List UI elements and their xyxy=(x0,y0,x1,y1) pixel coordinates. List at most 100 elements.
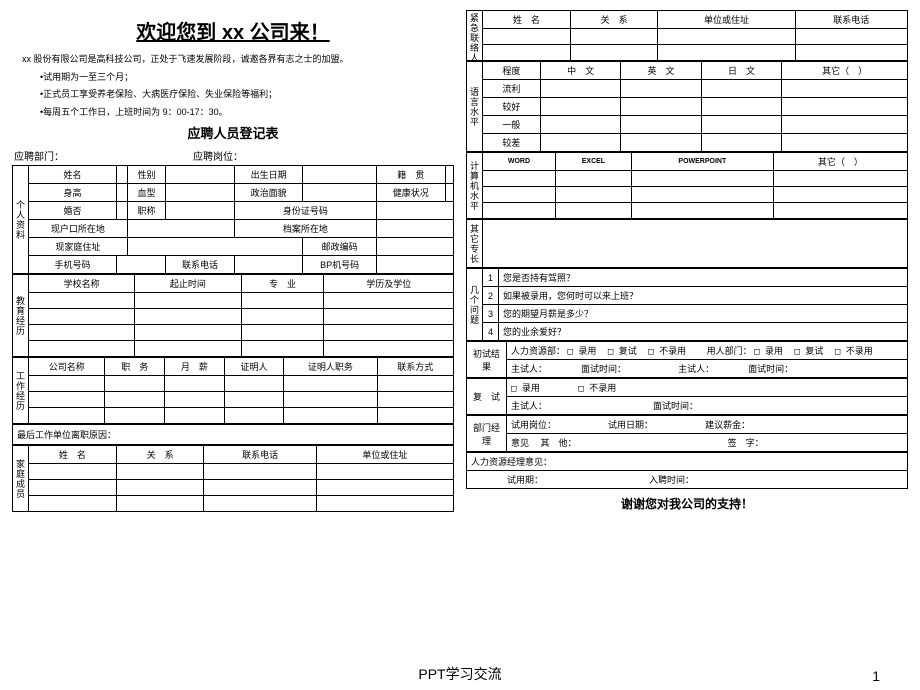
fam-phone-label: 联系电话 xyxy=(204,446,316,464)
lv4-label: 较差 xyxy=(483,134,541,152)
comp-other-label: 其它（ ） xyxy=(773,153,907,171)
leave-reason-table: 最后工作单位离职原因： xyxy=(12,424,454,445)
lv1-label: 流利 xyxy=(483,80,541,98)
hr-mgr-table: 人力资源经理意见： 试用期： 入聘时间： xyxy=(466,452,908,489)
idno-label: 身份证号码 xyxy=(234,202,376,220)
cn-label: 中 文 xyxy=(540,62,620,80)
main-title: 欢迎您到 xx 公司来！ xyxy=(12,16,454,45)
personal-label: 个人资料 xyxy=(13,166,29,274)
en-label: 英 文 xyxy=(621,62,701,80)
examiner-line-2: 主试人： 面试时间： xyxy=(507,397,908,415)
e-name-label: 姓 名 xyxy=(483,11,571,29)
retest-opts: □ 录用 □ 不录用 xyxy=(507,379,908,397)
lv2-label: 较好 xyxy=(483,98,541,116)
q1-num: 1 xyxy=(483,269,499,287)
fam-rel-label: 关 系 xyxy=(116,446,204,464)
e-phone-label: 联系电话 xyxy=(795,11,907,29)
refcontact-label: 联系方式 xyxy=(377,358,453,376)
q2-num: 2 xyxy=(483,287,499,305)
intro-line: xx 股份有限公司是高科技公司，正处于飞速发展阶段，诚邀各界有志之士的加盟。 xyxy=(22,53,454,67)
fam-name-label: 姓 名 xyxy=(29,446,117,464)
politics-label: 政治面貌 xyxy=(234,184,303,202)
degree-label: 学历及学位 xyxy=(324,275,454,293)
refjob-label: 证明人职务 xyxy=(284,358,377,376)
jp-label: 日 文 xyxy=(701,62,781,80)
word-label: WORD xyxy=(483,153,556,171)
lang-label: 语言水平 xyxy=(467,62,483,152)
addr-label: 现家庭住址 xyxy=(29,238,128,256)
q4-num: 4 xyxy=(483,323,499,341)
mobile-label: 手机号码 xyxy=(29,256,117,274)
init-result-table: 初试结果 人力资源部： □ 录用 □ 复试 □ 不录用 用人部门： □ 录用 □… xyxy=(466,341,908,378)
final-line: 试用期： 入聘时间： xyxy=(467,471,908,489)
hr-mgr-op-label: 人力资源经理意见： xyxy=(467,453,908,471)
phone-label: 联系电话 xyxy=(166,256,235,274)
birth-label: 出生日期 xyxy=(234,166,303,184)
gender-label: 性别 xyxy=(127,166,165,184)
hukou-label: 现户口所在地 xyxy=(29,220,128,238)
bp-label: BP机号码 xyxy=(303,256,377,274)
q1-text: 您是否持有驾照？ xyxy=(499,269,908,287)
salary-label: 月 薪 xyxy=(165,358,225,376)
retest-table: 复 试 □ 录用 □ 不录用 主试人： 面试时间： xyxy=(466,378,908,415)
work-label: 工作经历 xyxy=(13,358,29,424)
health-label: 健康状况 xyxy=(376,184,445,202)
family-label: 家庭成员 xyxy=(13,446,29,512)
q4-text: 您的业余爱好？ xyxy=(499,323,908,341)
skill-table: 其它专长 xyxy=(466,219,908,268)
q-label: 几个问题 xyxy=(467,269,483,341)
major-label: 专 业 xyxy=(241,275,324,293)
excel-label: EXCEL xyxy=(555,153,631,171)
dept-mgr-label: 部门经理 xyxy=(467,416,507,452)
hr-dept-line: 人力资源部： □ 录用 □ 复试 □ 不录用 用人部门： □ 录用 □ 复试 □… xyxy=(507,342,908,360)
page-number: 1 xyxy=(872,668,880,684)
computer-table: 计算机水平 WORD EXCEL POWERPOINT 其它（ ） xyxy=(466,152,908,219)
work-table: 工作经历 公司名称 职 务 月 薪 证明人 证明人职务 联系方式 xyxy=(12,357,454,424)
e-addr-label: 单位或住址 xyxy=(658,11,795,29)
edu-label: 教育经历 xyxy=(13,275,29,357)
education-table: 教育经历 学校名称 起止时间 专 业 学历及学位 xyxy=(12,274,454,357)
q3-num: 3 xyxy=(483,305,499,323)
zip-label: 邮政编码 xyxy=(303,238,377,256)
lv3-label: 一般 xyxy=(483,116,541,134)
duty-label: 职 务 xyxy=(105,358,165,376)
period-label: 起止时间 xyxy=(135,275,241,293)
height-label: 身高 xyxy=(29,184,117,202)
dept-mgr-table: 部门经理 试用岗位： 试用日期： 建议薪金： 意见 其 他： 签 字： xyxy=(466,415,908,452)
name-label: 姓名 xyxy=(29,166,117,184)
emergency-table: 紧急联络人 姓 名 关 系 单位或住址 联系电话 xyxy=(466,10,908,61)
comp-label: 计算机水平 xyxy=(467,153,483,219)
apply-dept-label: 应聘部门： xyxy=(14,148,64,163)
language-table: 语言水平 程度 中 文 英 文 日 文 其它（ ） 流利 较好 一般 较差 xyxy=(466,61,908,152)
ppt-label: POWERPOINT xyxy=(631,153,773,171)
fam-addr-label: 单位或住址 xyxy=(316,446,453,464)
footer-text: PPT学习交流 xyxy=(0,664,920,684)
title-label: 职称 xyxy=(127,202,165,220)
skill-label: 其它专长 xyxy=(467,220,483,268)
bullet-2: •正式员工享受养老保险、大病医疗保险、失业保险等福利； xyxy=(40,88,454,102)
ref-label: 证明人 xyxy=(224,358,284,376)
emerg-label: 紧急联络人 xyxy=(467,11,483,61)
bullet-1: •试用期为一至三个月； xyxy=(40,71,454,85)
lang-other-label: 其它（ ） xyxy=(782,62,908,80)
origin-label: 籍 贯 xyxy=(376,166,445,184)
thanks-text: 谢谢您对我公司的支持！ xyxy=(466,495,908,512)
personal-info-table: 个人资料 姓名 性别 出生日期 籍 贯 身高 血型 政治面貌 健康状况 婚否 职… xyxy=(12,165,454,274)
apply-post-label: 应聘岗位： xyxy=(193,148,243,163)
q3-text: 您的期望月薪是多少？ xyxy=(499,305,908,323)
q2-text: 如果被录用，您何时可以来上班？ xyxy=(499,287,908,305)
examiner-line-1: 主试人： 面试时间： 主试人： 面试时间： xyxy=(507,360,908,378)
blood-label: 血型 xyxy=(127,184,165,202)
school-label: 学校名称 xyxy=(29,275,135,293)
form-title: 应聘人员登记表 xyxy=(12,123,454,142)
level-label: 程度 xyxy=(483,62,541,80)
opinion-line: 意见 其 他： 签 字： xyxy=(507,434,908,452)
family-table: 家庭成员 姓 名 关 系 联系电话 单位或住址 xyxy=(12,445,454,512)
retest-label: 复 试 xyxy=(467,379,507,415)
archive-label: 档案所在地 xyxy=(234,220,376,238)
leave-reason-label: 最后工作单位离职原因： xyxy=(13,425,454,445)
bullet-3: •每周五个工作日，上班时间为 9：00-17：30。 xyxy=(40,106,454,120)
company-label: 公司名称 xyxy=(29,358,105,376)
e-rel-label: 关 系 xyxy=(570,11,658,29)
questions-table: 几个问题 1 您是否持有驾照？ 2如果被录用，您何时可以来上班？ 3您的期望月薪… xyxy=(466,268,908,341)
